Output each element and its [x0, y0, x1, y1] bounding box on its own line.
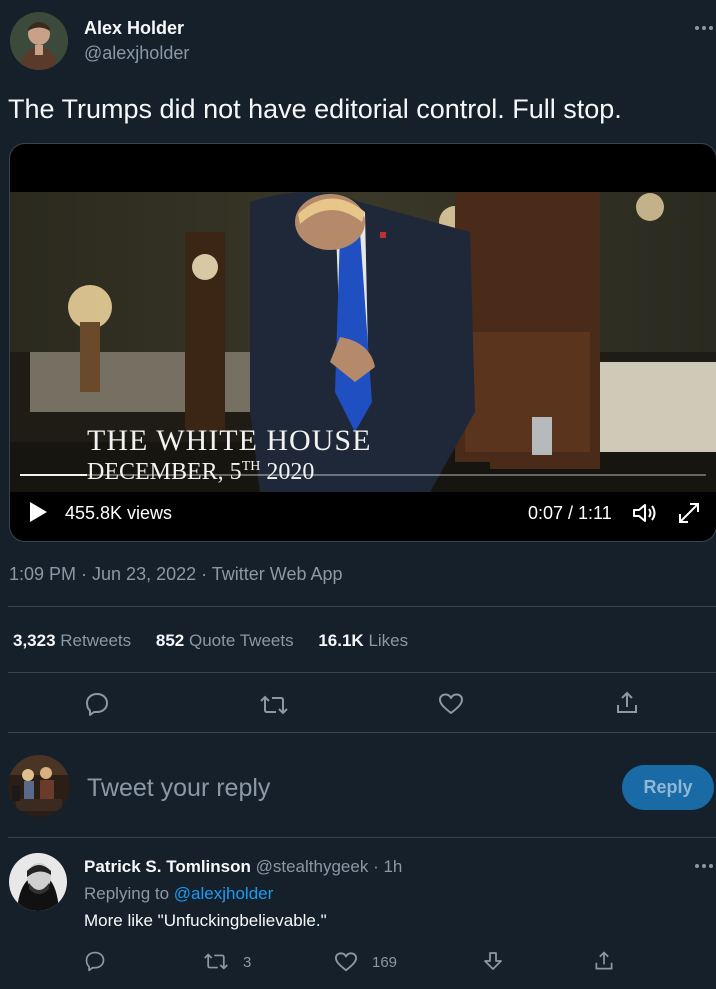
share-icon[interactable]: [614, 690, 640, 716]
divider-3: [8, 732, 716, 733]
reply-author-name[interactable]: Patrick S. Tomlinson: [84, 857, 251, 876]
reply-reply-icon[interactable]: [84, 950, 106, 972]
video-overlay-date-year: 2020: [266, 459, 315, 485]
replying-to: Replying to @alexjholder: [84, 884, 273, 904]
replying-to-label: Replying to: [84, 884, 170, 903]
replying-to-handle[interactable]: @alexjholder: [174, 884, 273, 903]
stats-row: 3,323 Retweets 852 Quote Tweets 16.1K Li…: [13, 631, 408, 651]
video-overlay-date-sup: TH: [241, 459, 261, 474]
reply-like-count: 169: [372, 954, 398, 971]
likes-stat[interactable]: 16.1K Likes: [318, 631, 408, 650]
reply-composer-input[interactable]: Tweet your reply: [87, 774, 270, 803]
reply-author-avatar[interactable]: [9, 853, 67, 911]
video-player[interactable]: THE WHITE HOUSE DECEMBER, 5TH 2020 455.8…: [9, 143, 716, 542]
quotes-stat[interactable]: 852 Quote Tweets: [156, 631, 294, 650]
likes-count: 16.1K: [318, 631, 364, 650]
reply-author-handle[interactable]: @stealthygeek: [256, 857, 369, 876]
reply-button[interactable]: Reply: [622, 765, 714, 810]
video-overlay-date-prefix: DECEMBER, 5: [87, 459, 242, 485]
reply-retweet-icon[interactable]: [203, 951, 229, 972]
reply-share-icon[interactable]: [593, 950, 615, 972]
video-progress-track[interactable]: [20, 474, 706, 476]
likes-label: Likes: [368, 631, 409, 650]
tweet-text: The Trumps did not have editorial contro…: [8, 94, 622, 124]
reply-text: More like "Unfuckingbelievable.": [84, 911, 327, 930]
author-handle[interactable]: @alexjholder: [84, 43, 189, 64]
video-time: 0:07 / 1:11: [528, 503, 612, 523]
video-overlay-title: THE WHITE HOUSE: [87, 424, 372, 457]
video-progress-fill: [20, 474, 88, 476]
tweet-timestamp[interactable]: 1:09 PM · Jun 23, 2022 · Twitter Web App: [9, 564, 343, 585]
video-overlay-date: DECEMBER, 5TH 2020: [87, 459, 314, 486]
reply-time[interactable]: · 1h: [373, 857, 402, 876]
author-avatar[interactable]: [10, 12, 68, 70]
like-icon[interactable]: [438, 692, 464, 716]
reply-like-icon[interactable]: [334, 951, 358, 973]
reply-icon[interactable]: [84, 691, 110, 717]
current-user-avatar[interactable]: [8, 755, 70, 817]
author-name[interactable]: Alex Holder: [84, 18, 184, 39]
retweets-stat[interactable]: 3,323 Retweets: [13, 631, 131, 650]
video-views: 455.8K views: [65, 503, 173, 523]
retweet-icon[interactable]: [259, 693, 289, 717]
retweets-count: 3,323: [13, 631, 56, 650]
divider-1: [8, 606, 716, 607]
quotes-count: 852: [155, 631, 185, 650]
divider-4: [8, 837, 716, 838]
downvote-icon[interactable]: [482, 950, 504, 972]
fullscreen-icon[interactable]: [676, 500, 702, 526]
play-icon[interactable]: [28, 501, 48, 523]
reply-retweet-count: 3: [243, 954, 252, 971]
divider-2: [8, 672, 716, 673]
reply-header: Patrick S. Tomlinson @stealthygeek · 1h: [84, 857, 402, 877]
retweets-label: Retweets: [60, 631, 132, 650]
reply-more-icon[interactable]: [694, 862, 714, 870]
more-horizontal-icon[interactable]: [694, 24, 714, 32]
quotes-label: Quote Tweets: [189, 631, 294, 650]
volume-icon[interactable]: [631, 501, 659, 525]
